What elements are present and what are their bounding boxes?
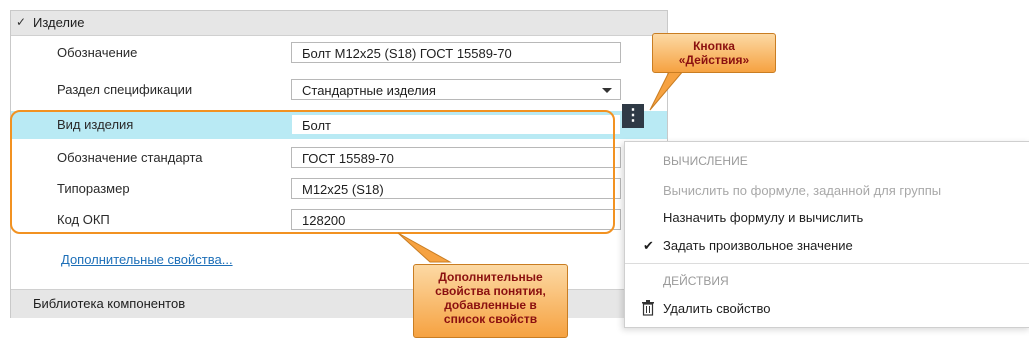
callout-additional-properties: Дополнительные свойства понятия, добавле… xyxy=(413,264,568,338)
callout1-pointer xyxy=(649,69,686,111)
trash-icon xyxy=(642,300,654,316)
callout-text: добавленные в xyxy=(444,298,537,312)
actions-context-menu: ВЫЧИСЛЕНИЕ Вычислить по формуле, заданно… xyxy=(624,141,1029,328)
menu-item-arbitrary-value[interactable]: Задать произвольное значение xyxy=(663,238,853,253)
callout-text: Кнопка xyxy=(693,39,735,53)
menu-item-delete-property[interactable]: Удалить свойство xyxy=(663,301,770,316)
menu-item-assign-formula[interactable]: Назначить формулу и вычислить xyxy=(663,210,863,225)
callout-text: список свойств xyxy=(443,312,538,326)
callout-text: свойства понятия, xyxy=(435,284,546,298)
callout-text: «Действия» xyxy=(678,53,750,67)
callout-actions-button: Кнопка «Действия» xyxy=(652,33,776,73)
menu-header-actions: ДЕЙСТВИЯ xyxy=(663,274,729,288)
menu-header-calculation: ВЫЧИСЛЕНИЕ xyxy=(663,154,748,168)
menu-separator xyxy=(625,263,1029,264)
callout-text: Дополнительные xyxy=(438,270,543,284)
callout2-pointer xyxy=(397,232,452,263)
checkmark-icon: ✔ xyxy=(643,238,654,253)
menu-item-calc-by-group-formula: Вычислить по формуле, заданной для групп… xyxy=(663,183,942,198)
